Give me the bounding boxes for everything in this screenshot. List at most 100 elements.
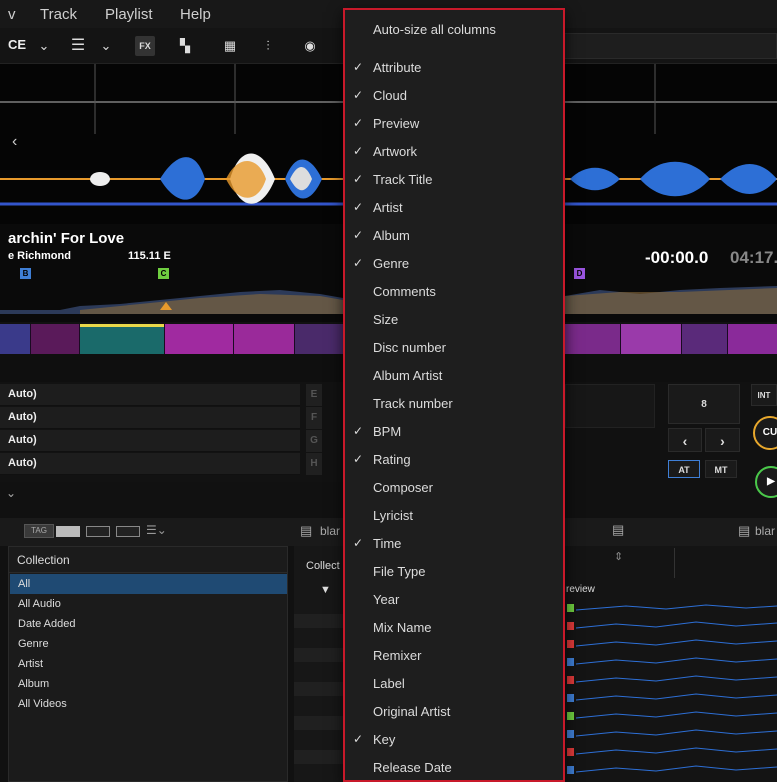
menu-item-auto-size-all-columns[interactable]: Auto-size all columns [345,16,563,44]
pad-row[interactable]: Auto) [0,453,300,475]
column-header-collection[interactable]: Collect [306,560,340,572]
cue-button[interactable]: CU [753,416,777,450]
deck-controls: 8 INT ‹ › AT MT CU ▶ [565,382,777,504]
menu-item-preview[interactable]: ✓ Preview [345,110,563,138]
menu-item-album[interactable]: ✓ Album [345,222,563,250]
checkmark-icon: ✓ [353,228,364,242]
menu-lines-icon[interactable]: ☰ [68,36,88,56]
sidebar-item-artist[interactable]: Artist [10,654,287,674]
menu-item-key[interactable]: ✓ Key [345,726,563,754]
top-search-bar[interactable] [562,33,777,59]
menu-track[interactable]: Track [40,6,77,23]
checkmark-icon: ✓ [353,732,364,746]
menu-help[interactable]: Help [180,6,211,23]
menu-item-label: Year [373,592,400,607]
chevron-down-icon[interactable]: ⌄ [34,36,54,56]
menu-item-rating[interactable]: ✓ Rating [345,446,563,474]
pad-row[interactable]: Auto) [0,430,300,452]
pad-letter-h[interactable]: H [306,453,322,475]
svg-text:‹: ‹ [12,133,17,150]
menu-item-label: Key [373,732,396,747]
sidebar-item-album[interactable]: Album [10,674,287,694]
menu-item-release-date[interactable]: Release Date [345,754,563,782]
tab-right-label[interactable]: blar [755,524,775,538]
menu-item-track-title[interactable]: ✓ Track Title [345,166,563,194]
menu-item-label: BPM [373,424,402,439]
tab-left-label[interactable]: blar [320,524,340,538]
menu-item-comments[interactable]: Comments [345,278,563,306]
table-row[interactable] [294,614,344,628]
menu-item-artist[interactable]: ✓ Artist [345,194,563,222]
tag-icon[interactable]: TAG [24,524,54,538]
menu-item-lyricist[interactable]: Lyricist [345,502,563,530]
fx-button[interactable]: FX [135,36,155,56]
menu-item-label: Comments [373,284,436,299]
menu-item-label[interactable]: Label [345,670,563,698]
chevron-down-icon[interactable]: ⌄ [6,486,16,500]
sidebar-item-all-audio[interactable]: All Audio [10,594,287,614]
sidebar-item-all-videos[interactable]: All Videos [10,694,287,714]
time-total: 04:17. [730,248,777,267]
beat-jump-forward-button[interactable]: › [705,428,740,452]
view-toggle-1[interactable] [56,526,80,537]
pad-letter-e[interactable]: E [306,384,322,406]
menu-item-disc-number[interactable]: Disc number [345,334,563,362]
beat-jump-back-button[interactable]: ‹ [668,428,702,452]
pad-letter-g[interactable]: G [306,430,322,452]
menu-item-label: Track number [373,396,453,411]
pad-row[interactable]: Auto) [0,384,300,406]
menu-view[interactable]: v [8,6,16,23]
pad-row[interactable]: Auto) [0,407,300,429]
menu-item-bpm[interactable]: ✓ BPM [345,418,563,446]
menu-playlist[interactable]: Playlist [105,6,153,23]
mixer-icon[interactable]: ⫶ [258,36,278,56]
list-view-icon[interactable]: ☰⌄ [146,523,167,537]
record-icon[interactable]: ◉ [300,36,320,56]
mt-button[interactable]: MT [705,460,737,478]
menu-item-original-artist[interactable]: Original Artist [345,698,563,726]
menu-item-time[interactable]: ✓ Time [345,530,563,558]
sidebar-header: Collection [9,547,287,573]
menu-item-cloud[interactable]: ✓ Cloud [345,82,563,110]
view-toggle-3[interactable] [116,526,140,537]
menu-item-album-artist[interactable]: Album Artist [345,362,563,390]
table-row[interactable] [294,750,344,764]
menu-item-label: Auto-size all columns [373,22,496,37]
menu-item-mix-name[interactable]: Mix Name [345,614,563,642]
table-row[interactable] [294,682,344,696]
sort-icon[interactable]: ⇕ [614,550,623,563]
menu-item-year[interactable]: Year [345,586,563,614]
menu-item-artwork[interactable]: ✓ Artwork [345,138,563,166]
column-header-preview[interactable]: review [566,584,595,595]
menu-item-attribute[interactable]: ✓ Attribute [345,54,563,82]
checkmark-icon: ✓ [353,200,364,214]
menu-item-label: Label [373,676,405,691]
checkmark-icon: ✓ [353,116,364,130]
view-toggle-2[interactable] [86,526,110,537]
grid-icon[interactable]: ▦ [220,36,240,56]
sidebar-item-all[interactable]: All [10,574,287,594]
table-row[interactable] [294,716,344,730]
pad-letter-f[interactable]: F [306,407,322,429]
info-icon[interactable]: ▤ [612,522,624,538]
deck-mode-label[interactable]: CE [8,37,26,52]
at-button[interactable]: AT [668,460,700,478]
menu-item-genre[interactable]: ✓ Genre [345,250,563,278]
menu-item-remixer[interactable]: Remixer [345,642,563,670]
sampler-icon[interactable]: ▚ [175,36,195,56]
preview-waveforms-svg [567,604,777,774]
chevron-down-icon[interactable]: ⌄ [96,36,116,56]
menu-item-composer[interactable]: Composer [345,474,563,502]
beat-jump-value[interactable]: 8 [668,384,740,424]
menu-item-track-number[interactable]: Track number [345,390,563,418]
play-button[interactable]: ▶ [755,466,777,498]
table-row[interactable] [294,648,344,662]
filter-icon[interactable]: ▼ [320,584,331,596]
menu-item-size[interactable]: Size [345,306,563,334]
menu-item-file-type[interactable]: File Type [345,558,563,586]
track-list-left: Collect ▼ [294,546,344,782]
sidebar-item-date-added[interactable]: Date Added [10,614,287,634]
sidebar-item-genre[interactable]: Genre [10,634,287,654]
int-button[interactable]: INT [751,384,777,406]
track-artist: e Richmond [8,250,71,262]
